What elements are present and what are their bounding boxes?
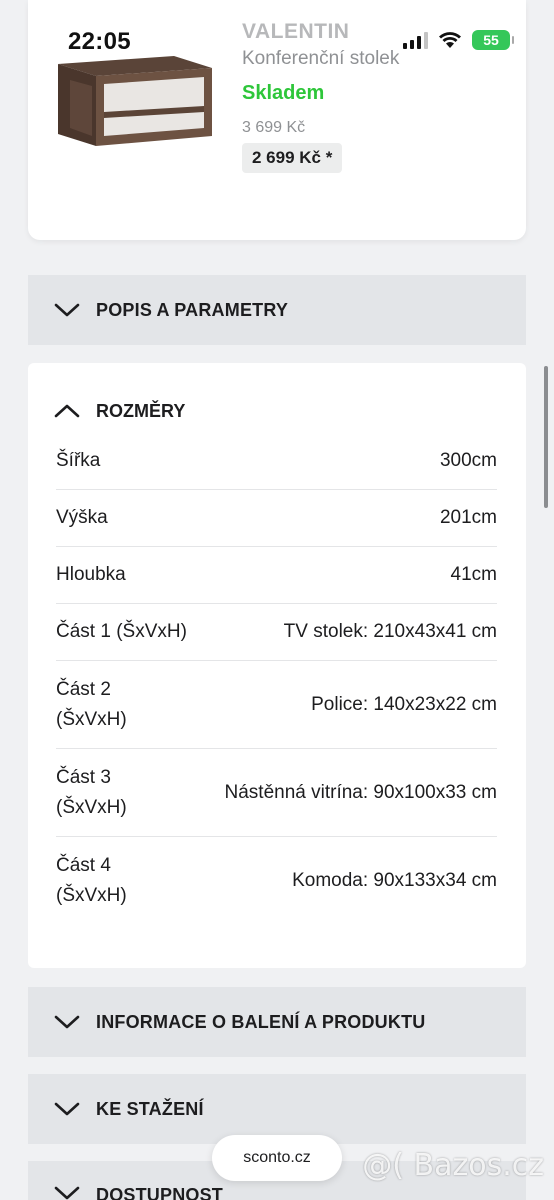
battery-level: 55 <box>483 32 499 48</box>
dimension-value: 300cm <box>439 450 497 471</box>
accordion-packaging[interactable]: INFORMACE O BALENÍ A PRODUKTU <box>28 987 526 1057</box>
accordion-label: INFORMACE O BALENÍ A PRODUKTU <box>96 1011 426 1032</box>
dimensions-table: Šířka 300cm Výška 201cm Hloubka 41cm Čás… <box>56 433 497 925</box>
dimension-value: Police: 140x23x22 cm <box>311 693 497 715</box>
battery-icon: 55 <box>472 30 514 50</box>
accordion-label: ROZMĚRY <box>96 400 186 421</box>
domain-label: sconto.cz <box>243 1149 311 1166</box>
dimension-value: 41cm <box>450 564 497 585</box>
chevron-down-icon <box>54 1102 80 1116</box>
old-price: 3 699 Kč <box>242 119 306 136</box>
table-row: Část 4 (ŠxVxH) Komoda: 90x133x34 cm <box>56 837 497 925</box>
address-bar-domain[interactable]: sconto.cz <box>212 1135 342 1181</box>
product-subtitle: Konferenční stolek <box>242 48 400 69</box>
accordion-label: DOSTUPNOST <box>96 1185 224 1200</box>
accordion-dimensions[interactable]: ROZMĚRY <box>28 363 526 433</box>
dimension-label: Hloubka <box>56 564 126 585</box>
table-row: Část 2 (ŠxVxH) Police: 140x23x22 cm <box>56 661 497 749</box>
dimension-value: Nástěnná vitrína: 90x100x33 cm <box>224 781 498 803</box>
dimension-label: Část 1 (ŠxVxH) <box>56 621 187 642</box>
dimension-value: TV stolek: 210x43x41 cm <box>283 621 497 642</box>
dimension-label: Část 4 (ŠxVxH) <box>56 855 127 906</box>
accordion-download[interactable]: KE STAŽENÍ <box>28 1074 526 1144</box>
chevron-down-icon <box>54 1015 80 1029</box>
table-row: Hloubka 41cm <box>56 547 497 604</box>
chevron-up-icon <box>54 404 80 418</box>
chevron-down-icon <box>54 1186 80 1200</box>
dimension-value: 201cm <box>439 507 497 528</box>
stock-status: Skladem <box>242 82 325 104</box>
dimensions-panel: ROZMĚRY Šířka 300cm Výška 201cm Hloubka … <box>28 363 526 968</box>
status-icons: 55 <box>403 30 514 50</box>
wifi-icon <box>439 32 461 48</box>
new-price: 2 699 Kč * <box>242 143 343 173</box>
table-row: Část 1 (ŠxVxH) TV stolek: 210x43x41 cm <box>56 604 497 661</box>
cellular-signal-icon <box>403 31 428 49</box>
product-brand: VALENTIN <box>242 20 350 43</box>
table-row: Část 3 (ŠxVxH) Nástěnná vitrína: 90x100x… <box>56 749 497 837</box>
dimension-label: Šířka <box>56 450 101 471</box>
table-row: Šířka 300cm <box>56 433 497 490</box>
dimension-label: Výška <box>56 507 108 528</box>
accordion-label: POPIS A PARAMETRY <box>96 299 289 320</box>
dimension-label: Část 3 (ŠxVxH) <box>56 766 127 818</box>
product-image <box>58 56 212 146</box>
accordion-description[interactable]: POPIS A PARAMETRY <box>28 275 526 345</box>
status-time: 22:05 <box>68 28 131 55</box>
watermark: @( Bazos.cz <box>362 1148 544 1183</box>
accordion-label: KE STAŽENÍ <box>96 1098 204 1119</box>
chevron-down-icon <box>54 303 80 317</box>
dimension-label: Část 2 (ŠxVxH) <box>56 678 127 730</box>
dimension-value: Komoda: 90x133x34 cm <box>292 870 497 891</box>
table-row: Výška 201cm <box>56 490 497 547</box>
scrollbar[interactable] <box>544 366 548 508</box>
